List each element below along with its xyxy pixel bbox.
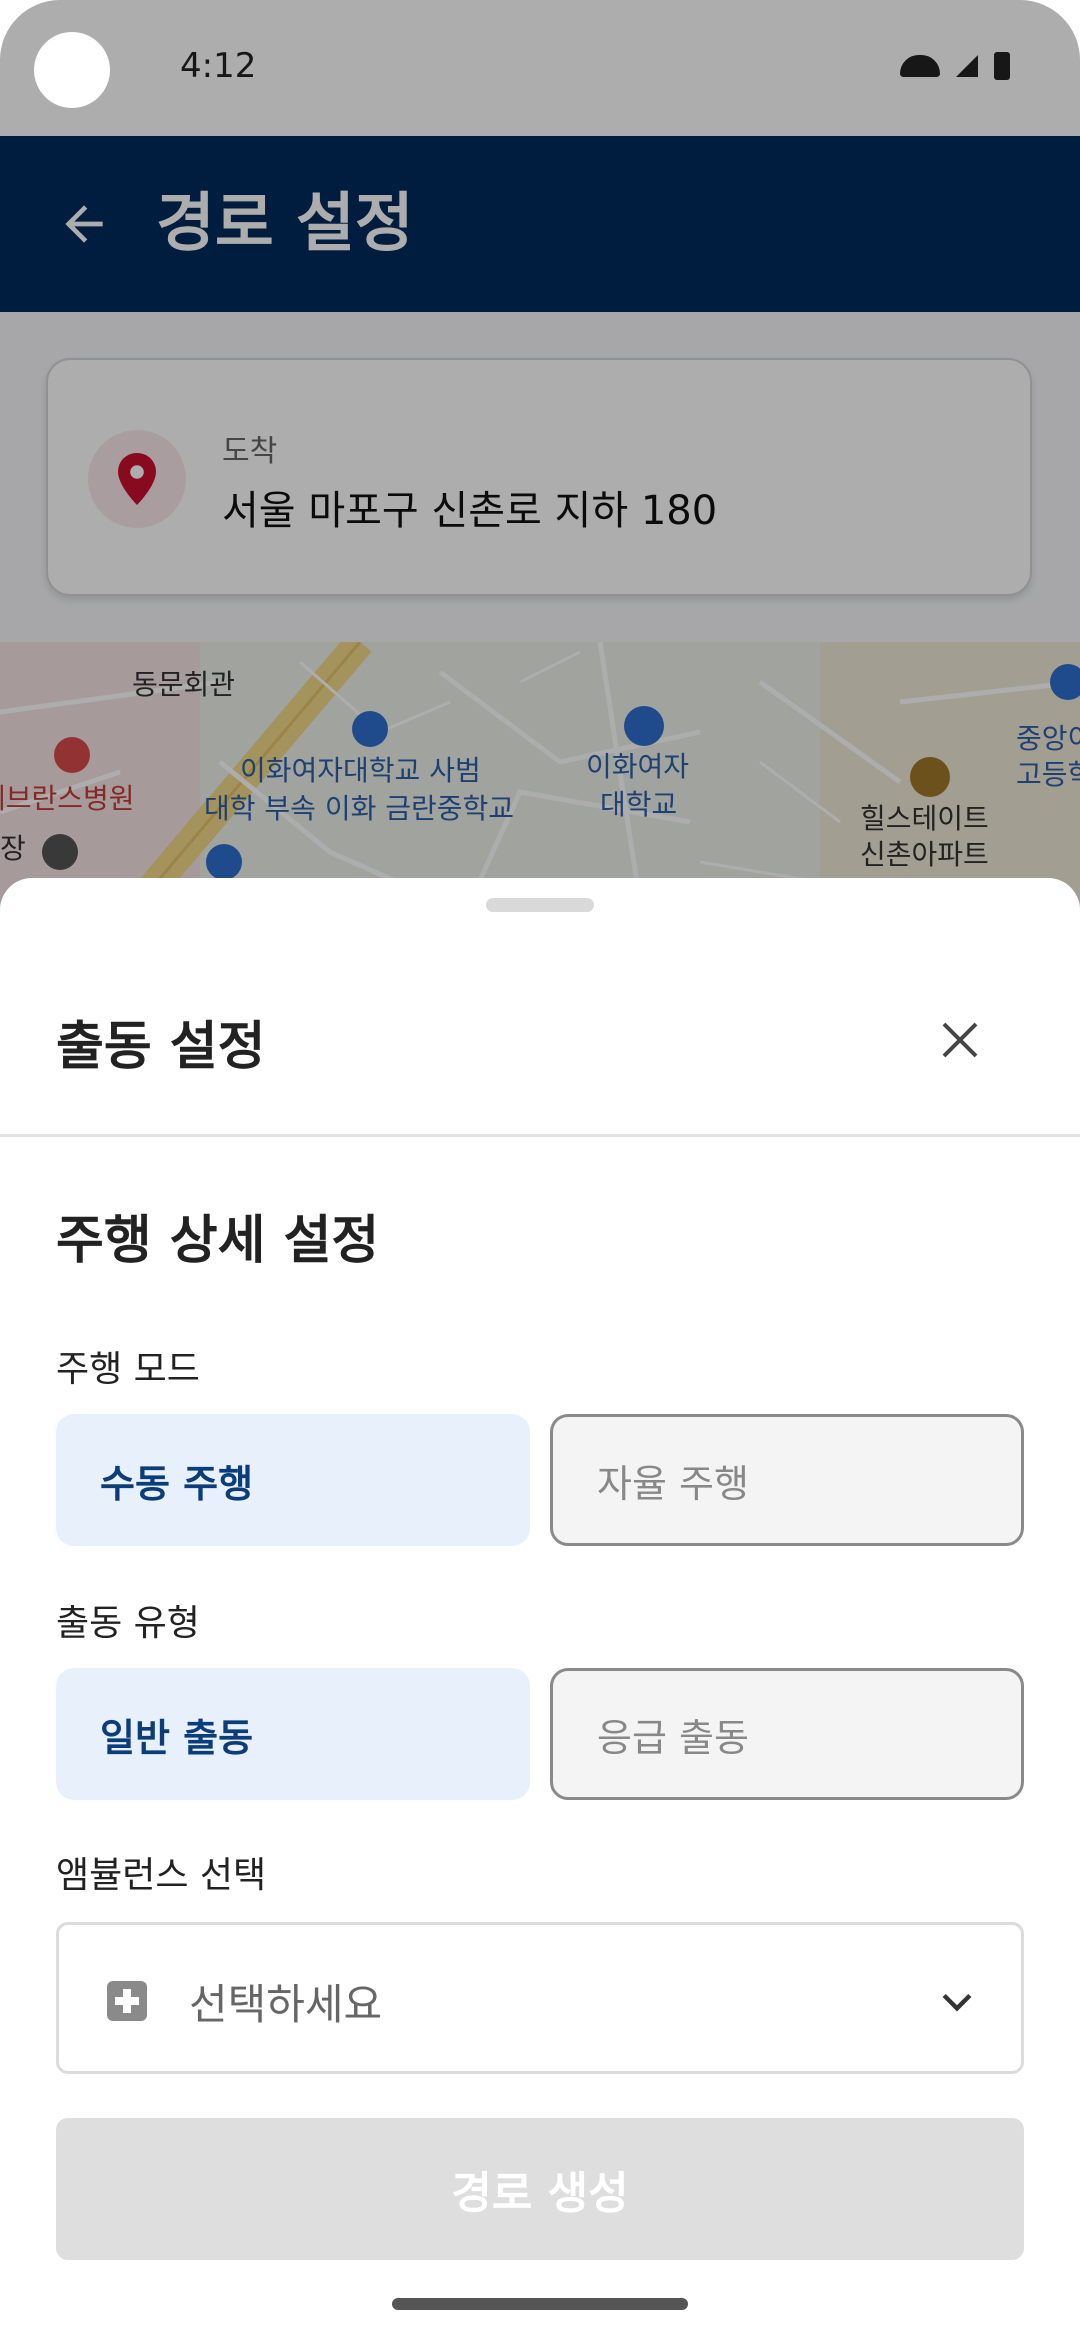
home-indicator <box>392 2298 688 2310</box>
ambulance-select-placeholder: 선택하세요 <box>189 1980 383 2029</box>
drive-mode-option-manual[interactable]: 수동 주행 <box>56 1414 530 1546</box>
bottom-sheet: 출동 설정 주행 상세 설정 주행 모드 수동 주행 자율 주행 출동 유형 일… <box>0 878 1080 2340</box>
close-icon <box>942 1022 978 1058</box>
close-button[interactable] <box>920 1000 1000 1080</box>
create-route-button[interactable]: 경로 생성 <box>56 2118 1024 2260</box>
drag-handle[interactable] <box>486 898 594 912</box>
camera-cutout <box>34 32 110 108</box>
divider <box>0 1134 1080 1137</box>
dispatch-type-label: 출동 유형 <box>56 1603 200 1644</box>
medical-cross-icon <box>107 1981 147 2021</box>
screen: 4:12 경로 설정 도착 서울 마포구 신촌로 지하 180 동문회관 브란스… <box>0 0 1080 2340</box>
chevron-down-icon <box>942 1993 972 2012</box>
drive-mode-label: 주행 모드 <box>56 1349 200 1390</box>
section-title: 주행 상세 설정 <box>56 1211 380 1271</box>
sheet-title: 출동 설정 <box>56 1017 266 1077</box>
ambulance-label: 앰뷸런스 선택 <box>56 1855 267 1896</box>
dispatch-type-option-normal[interactable]: 일반 출동 <box>56 1668 530 1800</box>
drive-mode-option-autonomous[interactable]: 자율 주행 <box>550 1414 1024 1546</box>
ambulance-select[interactable]: 선택하세요 <box>56 1922 1024 2074</box>
dispatch-type-option-emergency[interactable]: 응급 출동 <box>550 1668 1024 1800</box>
